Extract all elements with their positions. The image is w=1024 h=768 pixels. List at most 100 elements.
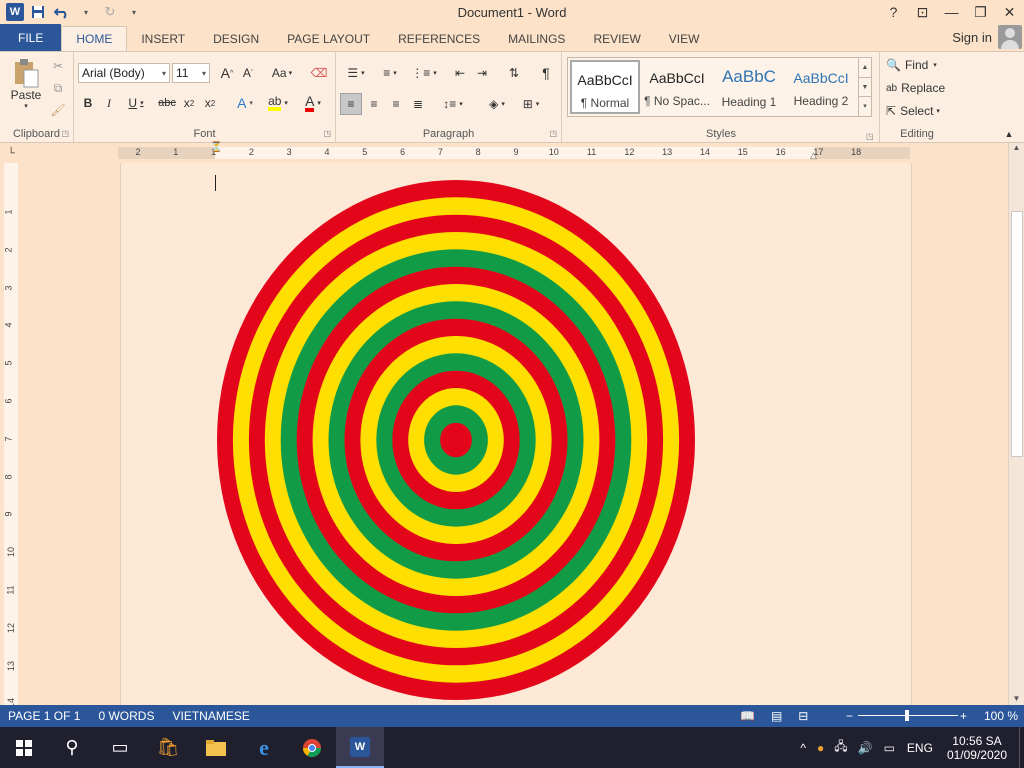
- concentric-ellipses-drawing[interactable]: [121, 163, 913, 705]
- increase-indent-icon[interactable]: ⇥: [472, 64, 492, 82]
- tab-review[interactable]: REVIEW: [579, 26, 654, 51]
- subscript-icon[interactable]: x2: [180, 94, 198, 112]
- minimize-button[interactable]: —: [937, 4, 966, 20]
- style-heading-1[interactable]: AaBbC Heading 1: [714, 60, 784, 114]
- tab-view[interactable]: VIEW: [655, 26, 714, 51]
- decrease-indent-icon[interactable]: ⇤: [450, 64, 470, 82]
- onedrive-icon[interactable]: ●: [817, 741, 824, 755]
- font-size-dropdown[interactable]: 11 ▾: [172, 63, 210, 83]
- web-layout-icon[interactable]: ⊟: [798, 709, 808, 723]
- shrink-font-icon[interactable]: Aˇ: [239, 64, 257, 82]
- tab-file[interactable]: FILE: [0, 24, 62, 51]
- volume-icon[interactable]: 🔊: [858, 741, 873, 755]
- paste-button[interactable]: Paste ▾: [6, 56, 46, 112]
- notification-icon[interactable]: ▭: [884, 741, 895, 755]
- network-icon[interactable]: 🖧: [834, 737, 847, 758]
- tab-home[interactable]: HOME: [61, 26, 128, 51]
- save-icon[interactable]: [28, 3, 48, 21]
- font-launcher-icon[interactable]: ◳: [323, 129, 331, 138]
- find-button[interactable]: 🔍 Find ▾: [886, 56, 956, 74]
- page-count[interactable]: PAGE 1 OF 1: [8, 709, 80, 723]
- multilevel-list-icon[interactable]: ⋮≡ ▾: [410, 64, 438, 82]
- ribbon-display-options-button[interactable]: ⊡: [908, 4, 937, 21]
- tab-selector-icon[interactable]: └: [4, 146, 18, 160]
- style-no-spacing[interactable]: AaBbCcI ¶ No Spac...: [642, 60, 712, 114]
- strikethrough-icon[interactable]: abc: [156, 94, 178, 112]
- redo-icon[interactable]: ↻: [100, 3, 120, 21]
- undo-icon[interactable]: [52, 3, 72, 21]
- highlight-icon[interactable]: ab ▾: [264, 94, 292, 112]
- zoom-slider-thumb[interactable]: [905, 710, 909, 721]
- zoom-level[interactable]: 100 %: [984, 709, 1018, 723]
- collapse-ribbon-icon[interactable]: ▲: [1002, 128, 1016, 140]
- borders-icon[interactable]: ⊞ ▾: [516, 93, 546, 115]
- chevron-up-icon[interactable]: ▲: [859, 58, 871, 77]
- superscript-icon[interactable]: x2: [201, 94, 219, 112]
- avatar[interactable]: [998, 25, 1022, 49]
- tab-page-layout[interactable]: PAGE LAYOUT: [273, 26, 384, 51]
- paragraph-launcher-icon[interactable]: ◳: [549, 129, 557, 138]
- style-heading-2[interactable]: AaBbCcI Heading 2: [786, 60, 856, 114]
- customize-qat-icon[interactable]: ▾: [124, 3, 144, 21]
- horizontal-ruler[interactable]: 2 1 1 2 3 4 5 6 7 8 9 10 11 12 13 14 15 16 17 18 ⏳ △: [118, 142, 910, 160]
- vertical-scrollbar[interactable]: ▲ ▼: [1008, 143, 1024, 705]
- underline-icon[interactable]: U ▾: [123, 94, 149, 112]
- clipboard-launcher-icon[interactable]: ◳: [61, 129, 69, 138]
- word-taskbar-icon[interactable]: W: [336, 727, 384, 768]
- tab-mailings[interactable]: MAILINGS: [494, 26, 579, 51]
- tab-design[interactable]: DESIGN: [199, 26, 273, 51]
- change-case-button[interactable]: Aa ▾: [268, 64, 296, 82]
- align-left-icon[interactable]: ≡: [340, 93, 362, 115]
- show-desktop-button[interactable]: [1019, 727, 1024, 768]
- select-button[interactable]: ⇱ Select ▾: [886, 102, 956, 120]
- align-right-icon[interactable]: ≡: [386, 93, 406, 115]
- font-color-icon[interactable]: A ▾: [299, 94, 327, 112]
- style-normal[interactable]: AaBbCcI ¶ Normal: [570, 60, 640, 114]
- clock[interactable]: 10:56 SA 01/09/2020: [947, 734, 1007, 762]
- bold-icon[interactable]: B: [80, 94, 96, 112]
- replace-button[interactable]: ab Replace: [886, 79, 956, 97]
- indent-marker-icon[interactable]: ⏳: [210, 142, 222, 153]
- shading-icon[interactable]: ◈ ▾: [482, 93, 512, 115]
- italic-icon[interactable]: I: [101, 94, 117, 112]
- zoom-out-icon[interactable]: −: [846, 709, 853, 723]
- help-button[interactable]: ?: [879, 4, 908, 20]
- format-painter-icon[interactable]: 🖌: [50, 102, 66, 118]
- sign-in-link[interactable]: Sign in: [952, 30, 992, 45]
- zoom-in-icon[interactable]: +: [960, 709, 967, 723]
- language[interactable]: VIETNAMESE: [172, 709, 249, 723]
- clear-formatting-icon[interactable]: ⌫: [310, 64, 328, 82]
- chevron-down-icon[interactable]: ▼: [859, 77, 871, 96]
- input-language[interactable]: ENG: [907, 741, 933, 755]
- maximize-button[interactable]: ❐: [966, 4, 995, 21]
- copy-icon[interactable]: ⧉: [50, 80, 66, 96]
- print-layout-icon[interactable]: ▤: [771, 709, 782, 723]
- read-mode-icon[interactable]: 📖: [740, 709, 755, 723]
- search-icon[interactable]: ⚲: [48, 727, 96, 768]
- styles-launcher-icon[interactable]: ◳: [866, 132, 874, 141]
- store-icon[interactable]: 🛍: [144, 727, 192, 768]
- chrome-icon[interactable]: [288, 727, 336, 768]
- edge-icon[interactable]: e: [240, 727, 288, 768]
- word-count[interactable]: 0 WORDS: [98, 709, 154, 723]
- document-page[interactable]: [120, 163, 912, 705]
- task-view-icon[interactable]: ▭: [96, 727, 144, 768]
- scroll-down-icon[interactable]: ▼: [1009, 694, 1024, 703]
- windows-start-icon[interactable]: [0, 727, 48, 768]
- close-button[interactable]: ✕: [995, 4, 1024, 21]
- sort-icon[interactable]: ⇅: [504, 64, 524, 82]
- file-explorer-icon[interactable]: [192, 727, 240, 768]
- more-styles-icon[interactable]: ▾: [859, 96, 871, 115]
- scroll-up-icon[interactable]: ▲: [1009, 143, 1024, 152]
- grow-font-icon[interactable]: A ^: [218, 64, 236, 82]
- chevron-up-icon[interactable]: ^: [800, 741, 806, 755]
- pilcrow-icon[interactable]: ¶: [536, 64, 556, 82]
- tab-references[interactable]: REFERENCES: [384, 26, 494, 51]
- cut-icon[interactable]: ✂: [50, 58, 66, 74]
- justify-icon[interactable]: ≣: [408, 93, 428, 115]
- bullets-icon[interactable]: ☰ ▾: [342, 64, 370, 82]
- tab-insert[interactable]: INSERT: [127, 26, 199, 51]
- scroll-thumb[interactable]: [1011, 211, 1023, 457]
- chevron-down-icon[interactable]: ▾: [76, 3, 96, 21]
- text-effects-icon[interactable]: A ▾: [232, 94, 258, 112]
